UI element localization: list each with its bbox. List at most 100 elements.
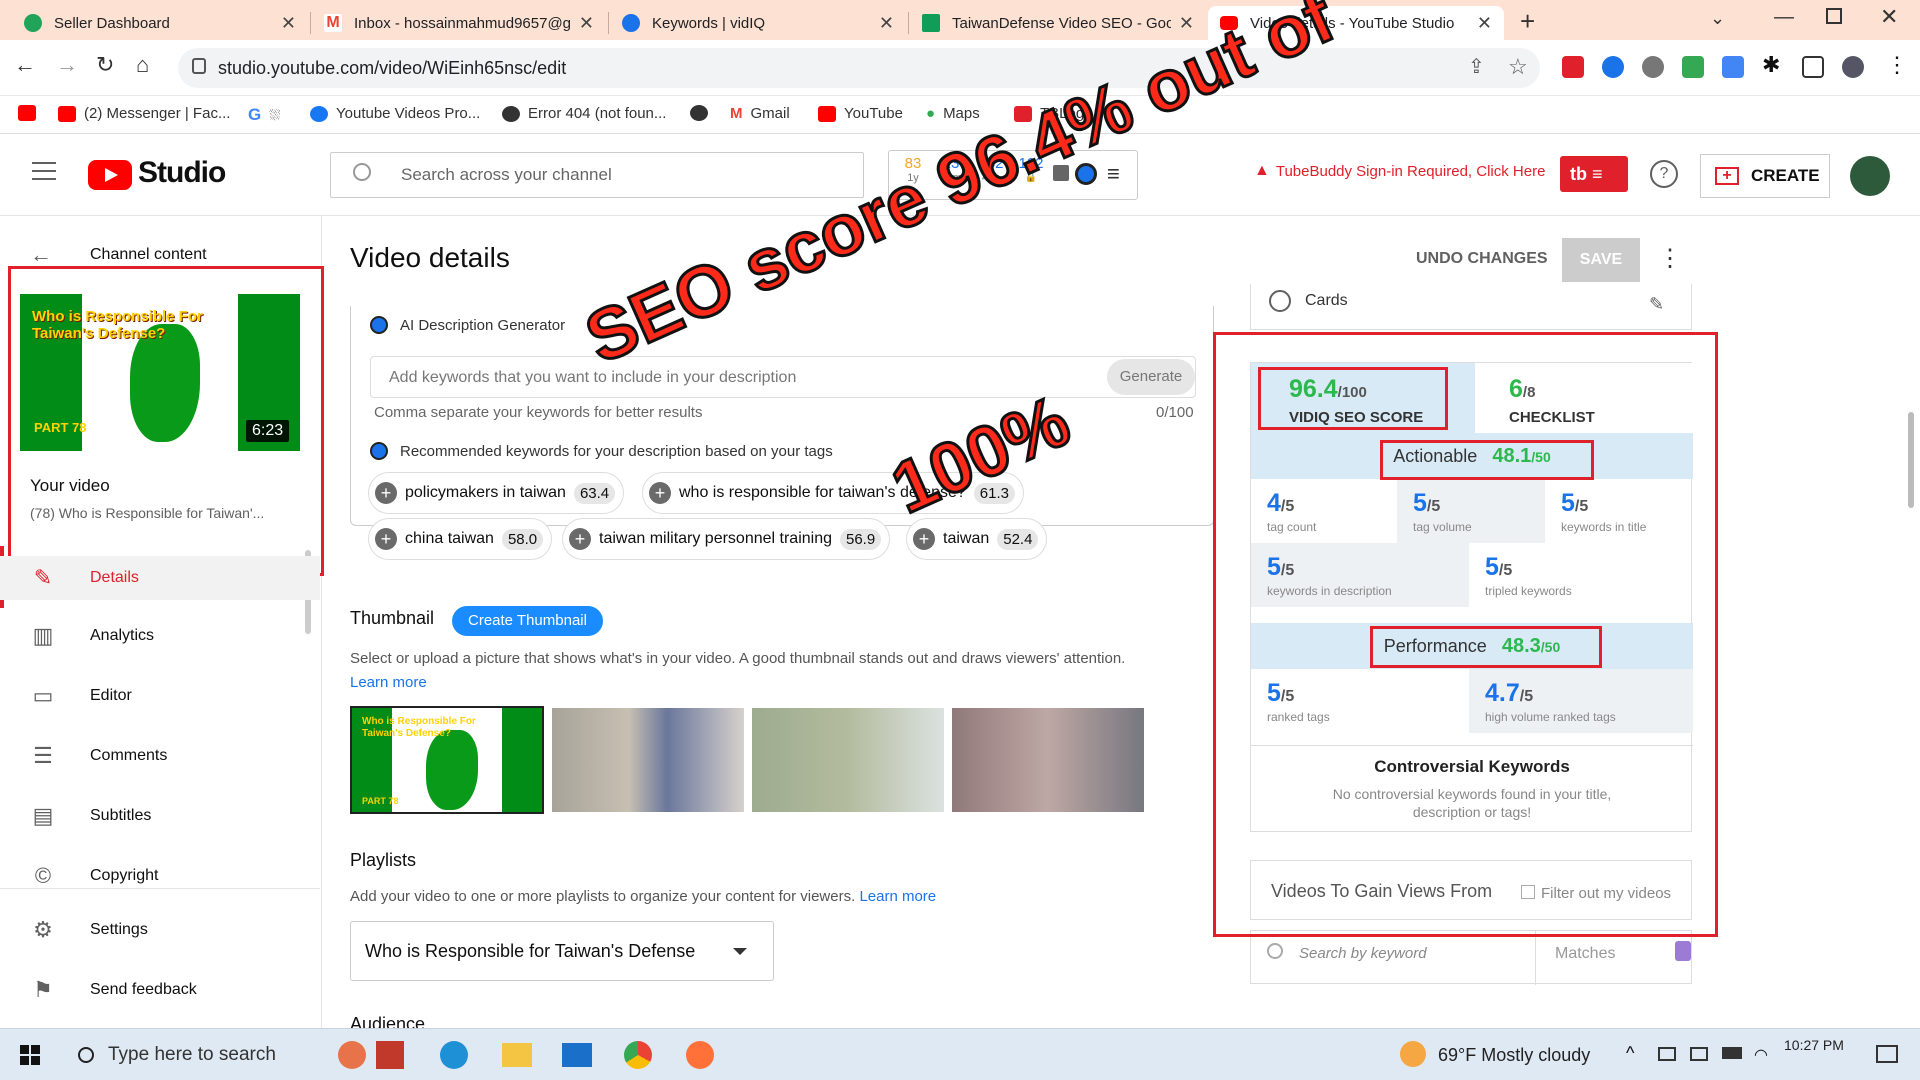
close-tab-icon[interactable]: ✕ [281,13,296,34]
weather-icon[interactable] [1400,1041,1426,1067]
close-tab-icon[interactable]: ✕ [1477,13,1492,34]
pencil-icon[interactable]: ✎ [1649,294,1664,315]
bookmark-youtube[interactable] [18,105,44,121]
bookmark-error-404[interactable]: Error 404 (not foun... [502,105,666,122]
sidebar-item-copyright[interactable]: © Copyright [0,854,320,898]
minimize-icon[interactable]: — [1774,6,1794,29]
tray-icon[interactable] [1690,1047,1708,1061]
tray-icon[interactable] [1658,1047,1676,1061]
sidepanel-icon[interactable] [1802,56,1824,78]
profile-avatar[interactable] [1842,56,1864,78]
sidebar-item-settings[interactable]: ⚙ Settings [0,908,320,952]
thumbnail-option-selected[interactable]: Who is Responsible For Taiwan's Defense?… [350,706,544,814]
tubebuddy-extension-icon[interactable] [1562,56,1584,78]
taskbar-search[interactable]: Type here to search [64,1029,334,1080]
windows-start-icon[interactable] [20,1045,40,1065]
keyword-chip[interactable]: + taiwan military personnel training 56.9 [562,518,891,560]
create-thumbnail-button[interactable]: Create Thumbnail [452,606,603,636]
bookmark-maps[interactable]: ● Maps [926,105,980,122]
new-tab-icon[interactable]: + [1520,6,1535,37]
back-arrow-icon[interactable]: ← [30,242,52,268]
page-scrollbar[interactable] [1908,412,1914,508]
weather-text[interactable]: 69°F Mostly cloudy [1438,1045,1590,1066]
tab-search-icon[interactable]: ⌄ [1710,8,1725,29]
window-close-icon[interactable]: ✕ [1880,4,1898,30]
help-icon[interactable]: ? [1650,160,1678,188]
home-icon[interactable]: ⌂ [136,52,149,78]
sidebar-item-analytics[interactable]: ▥ Analytics [0,614,320,658]
tab-seller-dashboard[interactable]: Seller Dashboard ✕ [12,6,308,40]
tray-chevron-icon[interactable]: ^ [1626,1043,1634,1064]
keyword-chip[interactable]: + policymakers in taiwan 63.4 [368,472,625,514]
ai-keywords-input[interactable]: Add keywords that you want to include in… [370,356,1196,398]
youtube-logo-icon[interactable] [88,160,132,190]
gift-app-icon[interactable] [376,1041,404,1069]
chrome-icon[interactable] [624,1041,652,1069]
puzzle-icon[interactable]: ✱ [1762,52,1780,78]
firefox-icon[interactable] [686,1041,714,1069]
generate-button[interactable]: Generate [1107,359,1195,395]
tubebuddy-menu-button[interactable]: tb ≡ [1560,156,1628,192]
reload-icon[interactable]: ↻ [96,52,114,78]
notification-icon[interactable] [1876,1045,1898,1063]
channel-avatar[interactable] [1850,156,1890,196]
menu-icon[interactable]: ≡ [1107,161,1120,187]
tab-gmail-inbox[interactable]: M Inbox - hossainmahmud9657@g ✕ [312,6,606,40]
edge-icon[interactable] [440,1041,468,1069]
sidebar-item-send-feedback[interactable]: ⚑ Send feedback [0,968,320,1012]
bookmark-globe[interactable] [690,105,716,121]
bookmark-youtube-videos[interactable]: Youtube Videos Pro... [310,105,480,122]
translate-icon[interactable] [1722,56,1744,78]
bookmark-messenger[interactable]: (2) Messenger | Fac... [58,105,230,122]
close-tab-icon[interactable]: ✕ [879,13,894,34]
playlists-learn-more-link[interactable]: Learn more [859,888,936,905]
menu-kebab-icon[interactable]: ⋮ [1886,52,1908,78]
tubebuddy-alert[interactable]: ▲ TubeBuddy Sign-in Required, Click Here [1254,162,1545,180]
bookmark-google[interactable]: G ⛆ [248,105,280,125]
vidiq-extension-icon[interactable] [1602,56,1624,78]
save-button[interactable]: SAVE [1562,238,1640,282]
hamburger-menu-icon[interactable] [32,162,56,180]
bookmark-youtube-home[interactable]: YouTube [818,105,903,122]
keyword-search-input[interactable]: Search by keyword [1299,945,1427,962]
battery-icon[interactable] [1722,1047,1742,1059]
taskbar-search-input: Type here to search [108,1044,276,1065]
channel-search-box[interactable]: Search across your channel [330,152,864,198]
maximize-icon[interactable] [1826,8,1842,24]
playlist-select[interactable]: Who is Responsible for Taiwan's Defense [350,921,774,981]
more-options-icon[interactable]: ⋮ [1658,244,1682,273]
file-explorer-icon[interactable] [502,1043,532,1067]
thumbnail-learn-more-link[interactable]: Learn more [350,674,427,691]
clock-time[interactable]: 10:27 PM [1784,1037,1844,1053]
forward-icon[interactable]: → [56,52,78,78]
channel-content-link[interactable]: Channel content [90,246,207,264]
close-tab-icon[interactable]: ✕ [579,13,594,34]
mail-icon[interactable] [562,1043,592,1067]
search-input[interactable]: Search across your channel [401,165,612,185]
keyword-chip[interactable]: + china taiwan 58.0 [368,518,553,560]
share-icon[interactable]: ⇪ [1468,54,1485,79]
bookmark-gmail[interactable]: M Gmail [730,105,790,122]
create-button[interactable]: + CREATE [1700,154,1830,198]
studio-logo-text[interactable]: Studio [138,156,226,190]
keyword-chip[interactable]: + taiwan 52.4 [906,518,1048,560]
bookmark-star-icon[interactable]: ☆ [1508,54,1528,80]
sidebar-item-subtitles[interactable]: ▤ Subtitles [0,794,320,838]
tab-sheets-seo[interactable]: TaiwanDefense Video SEO - Goo ✕ [910,6,1206,40]
sidebar-item-comments[interactable]: ☰ Comments [0,734,320,778]
extension-icon[interactable] [1642,56,1664,78]
tab-vidiq-keywords[interactable]: Keywords | vidIQ ✕ [610,6,906,40]
undo-changes-button[interactable]: UNDO CHANGES [1416,250,1548,268]
lock-icon[interactable] [1675,941,1691,961]
url-text[interactable]: studio.youtube.com/video/WiEinh65nsc/edi… [218,58,566,79]
sidebar-item-details[interactable]: ✎ Details [0,556,320,600]
extension-icon[interactable] [1682,56,1704,78]
thumbnail-option-press[interactable] [952,708,1144,812]
back-icon[interactable]: ← [14,52,36,78]
clock-app-icon[interactable] [338,1041,366,1069]
sidebar-item-editor[interactable]: ▭ Editor [0,674,320,718]
thumbnail-option-soldiers[interactable] [752,708,944,812]
cards-row[interactable]: Cards ✎ [1250,284,1692,330]
thumbnail-option-generals[interactable] [552,708,744,812]
wifi-icon[interactable]: ◠ [1754,1045,1768,1065]
